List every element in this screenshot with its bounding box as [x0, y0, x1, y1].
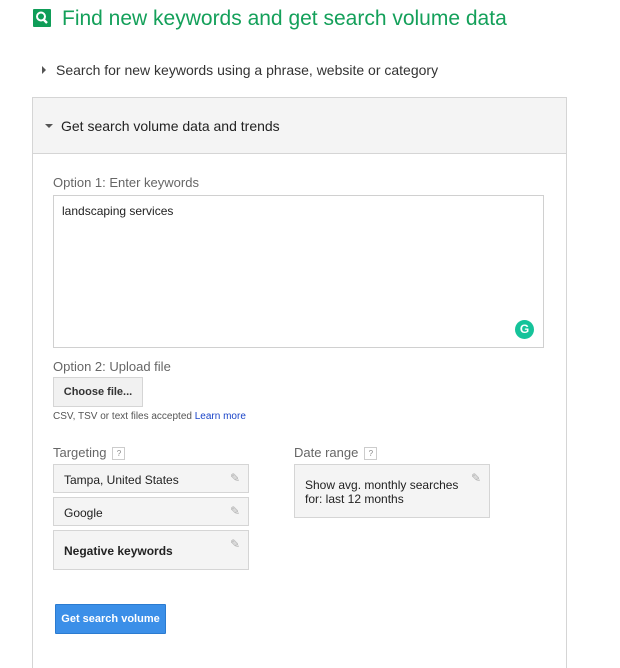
network-value: Google — [64, 506, 103, 520]
search-icon — [33, 9, 51, 27]
negative-keywords-value: Negative keywords — [64, 544, 173, 558]
targeting-negative-keywords[interactable]: Negative keywords ✎ — [53, 530, 249, 570]
help-icon[interactable]: ? — [112, 447, 126, 460]
pencil-icon[interactable]: ✎ — [230, 471, 240, 485]
section-label: Search for new keywords using a phrase, … — [56, 62, 439, 78]
help-icon[interactable]: ? — [364, 447, 378, 460]
choose-file-button[interactable]: Choose file... — [53, 377, 143, 407]
option2-label: Option 2: Upload file — [53, 359, 171, 374]
learn-more-link[interactable]: Learn more — [195, 411, 246, 422]
get-search-volume-button[interactable]: Get search volume — [55, 604, 166, 634]
targeting-heading: Targeting? — [53, 445, 126, 460]
keywords-textarea[interactable]: landscaping services — [53, 195, 544, 348]
targeting-network[interactable]: Google ✎ — [53, 497, 249, 526]
location-value: Tampa, United States — [64, 473, 179, 487]
section-search-new-keywords[interactable]: Search for new keywords using a phrase, … — [42, 62, 438, 78]
option1-label: Option 1: Enter keywords — [53, 175, 199, 190]
date-range-box[interactable]: Show avg. monthly searches for: last 12 m… — [294, 464, 490, 518]
targeting-label: Targeting — [53, 445, 107, 460]
section-search-volume-header[interactable]: Get search volume data and trends — [33, 98, 566, 154]
caret-down-icon — [45, 124, 53, 128]
section-label: Get search volume data and trends — [61, 118, 280, 134]
page-title: Find new keywords and get search volume … — [62, 7, 507, 30]
date-range-line1: Show avg. monthly searches — [305, 478, 459, 492]
pencil-icon[interactable]: ✎ — [230, 504, 240, 518]
grammarly-icon[interactable]: G — [515, 320, 534, 339]
file-hint-text: CSV, TSV or text files accepted — [53, 411, 192, 422]
date-range-heading: Date range? — [294, 445, 378, 460]
search-volume-panel: Get search volume data and trends Option… — [32, 97, 567, 668]
targeting-location[interactable]: Tampa, United States ✎ — [53, 464, 249, 493]
date-range-line2: for: last 12 months — [305, 492, 404, 506]
caret-right-icon — [42, 66, 46, 74]
pencil-icon[interactable]: ✎ — [230, 537, 240, 551]
file-hint: CSV, TSV or text files accepted Learn mo… — [53, 411, 246, 422]
pencil-icon[interactable]: ✎ — [471, 471, 481, 485]
date-range-label: Date range — [294, 445, 359, 460]
